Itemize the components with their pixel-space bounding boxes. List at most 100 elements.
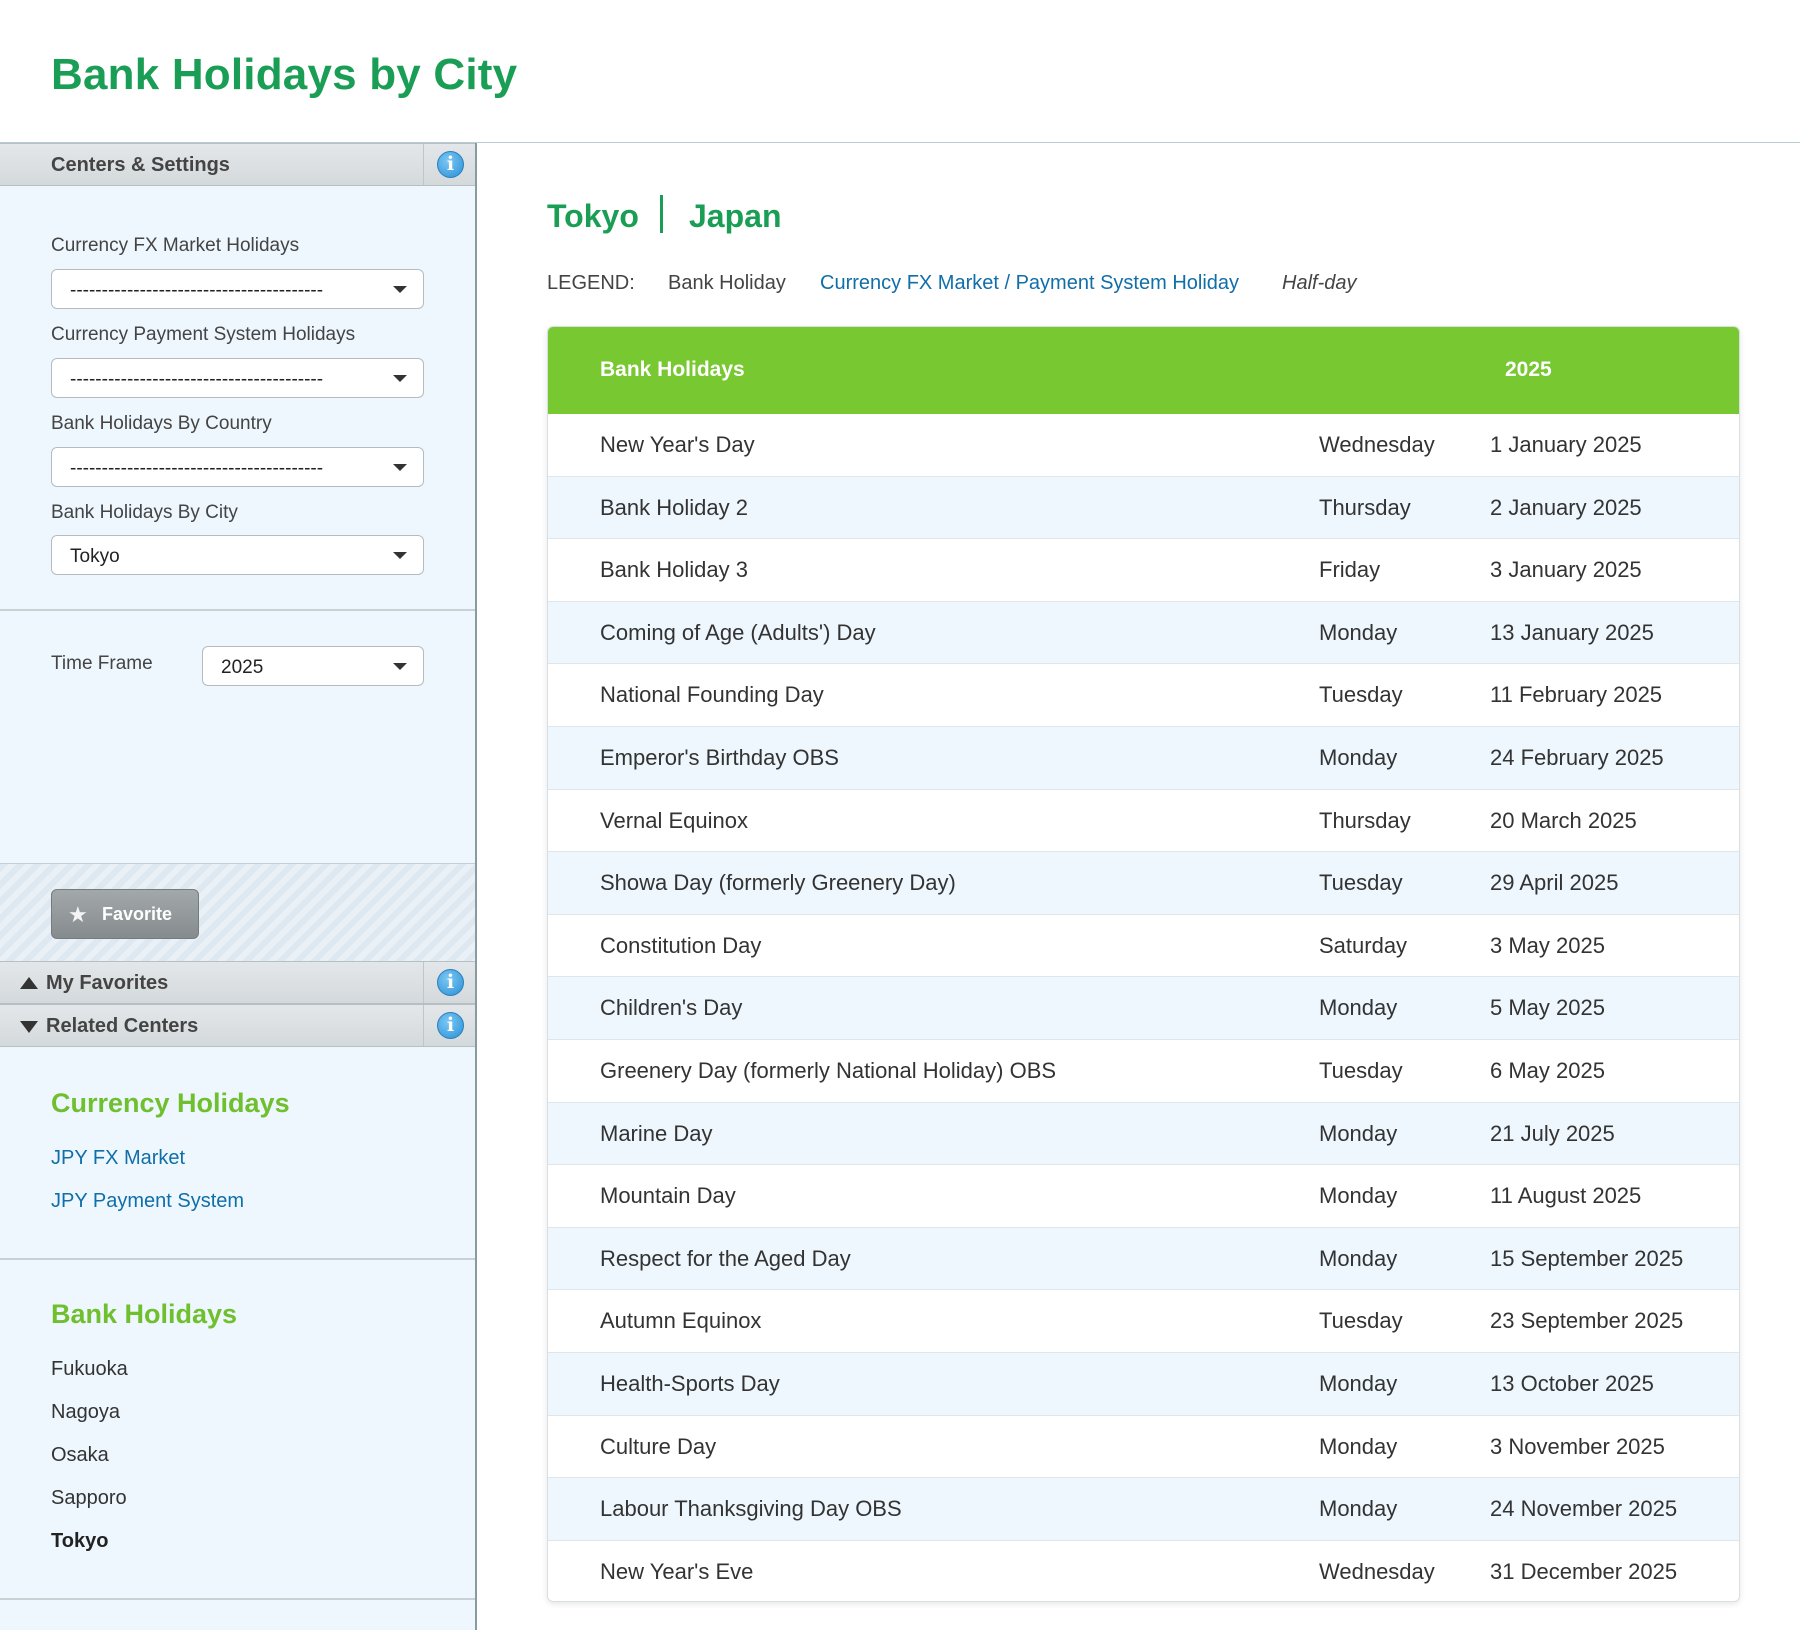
by-country-label: Bank Holidays By Country xyxy=(51,413,272,434)
expand-down-icon xyxy=(20,1021,38,1033)
holiday-name: Culture Day xyxy=(600,1433,717,1459)
holiday-name: Autumn Equinox xyxy=(600,1308,762,1334)
holiday-name: Marine Day xyxy=(600,1120,713,1146)
holiday-name: Children's Day xyxy=(600,995,743,1021)
currency-holidays-heading: Currency Holidays xyxy=(51,1088,290,1118)
centers-settings-title: Centers & Settings xyxy=(51,154,230,176)
centers-settings-bar: Centers & Settings i xyxy=(0,143,475,186)
holiday-weekday: Thursday xyxy=(1319,807,1411,833)
holiday-name: Constitution Day xyxy=(600,932,762,958)
holiday-name: National Founding Day xyxy=(600,682,824,708)
holiday-name: Bank Holiday 3 xyxy=(600,557,748,583)
location-separator xyxy=(660,195,663,233)
main-content: Tokyo Japan LEGEND: Bank Holiday Currenc… xyxy=(477,143,1800,1630)
info-icon[interactable]: i xyxy=(437,969,464,996)
jpy-fx-market-link[interactable]: JPY FX Market xyxy=(51,1147,185,1170)
table-row: Greenery Day (formerly National Holiday)… xyxy=(548,1040,1739,1103)
holiday-weekday: Friday xyxy=(1319,557,1381,583)
holiday-date: 13 October 2025 xyxy=(1490,1371,1654,1396)
by-country-select[interactable]: ---------------------------------------- xyxy=(51,447,424,487)
table-row: Coming of Age (Adults') Day Monday 13 Janu… xyxy=(548,601,1739,665)
payment-system-select[interactable]: ---------------------------------------- xyxy=(51,358,424,398)
info-icon[interactable]: i xyxy=(437,151,464,178)
holiday-date: 15 September 2025 xyxy=(1490,1245,1684,1271)
holiday-date: 3 January 2025 xyxy=(1490,557,1642,583)
holiday-date: 3 November 2025 xyxy=(1490,1433,1665,1459)
holiday-weekday: Saturday xyxy=(1319,932,1408,958)
my-favorites-bar[interactable]: My Favorites i xyxy=(0,961,475,1004)
holiday-weekday: Monday xyxy=(1319,995,1398,1021)
table-row: Autumn Equinox Tuesday 23 September 2025 xyxy=(548,1290,1739,1353)
related-centers-bar[interactable]: Related Centers i xyxy=(0,1004,475,1047)
holiday-date: 3 May 2025 xyxy=(1490,932,1605,958)
holiday-date: 29 April 2025 xyxy=(1490,870,1619,896)
table-row: Bank Holiday 3 Friday 3 January 2025 xyxy=(548,539,1739,602)
holiday-weekday: Tuesday xyxy=(1319,870,1403,896)
jpy-payment-system-link[interactable]: JPY Payment System xyxy=(51,1190,244,1213)
holiday-date: 2 January 2025 xyxy=(1490,494,1642,520)
payment-system-value: ---------------------------------------- xyxy=(70,369,324,390)
by-city-select[interactable]: Tokyo xyxy=(51,535,424,575)
star-icon: ★ xyxy=(68,902,88,927)
holiday-weekday: Monday xyxy=(1319,619,1398,645)
page-title: Bank Holidays by City xyxy=(51,50,518,99)
my-favorites-info[interactable]: i xyxy=(423,962,475,1003)
info-icon[interactable]: i xyxy=(437,1012,464,1039)
related-centers-title: Related Centers xyxy=(46,1015,199,1037)
bank-holidays-heading: Bank Holidays xyxy=(51,1299,238,1329)
holiday-weekday: Tuesday xyxy=(1319,1308,1403,1334)
city-link-sapporo[interactable]: Sapporo xyxy=(51,1487,127,1510)
holiday-date: 20 March 2025 xyxy=(1490,807,1637,833)
holiday-date: 24 February 2025 xyxy=(1490,745,1664,770)
table-row: Marine Day Monday 21 July 2025 xyxy=(548,1102,1739,1166)
country-name: Japan xyxy=(689,198,782,234)
by-city-value: Tokyo xyxy=(70,546,120,567)
divider xyxy=(0,1598,475,1600)
city-link-nagoya[interactable]: Nagoya xyxy=(51,1401,120,1424)
holiday-date: 23 September 2025 xyxy=(1490,1308,1684,1334)
city-link-tokyo-current: Tokyo xyxy=(51,1530,109,1552)
centers-settings-info[interactable]: i xyxy=(423,144,475,185)
collapse-up-icon xyxy=(20,977,38,989)
holiday-name: Mountain Day xyxy=(600,1183,736,1209)
table-row: Constitution Day Saturday 3 May 2025 xyxy=(548,915,1739,978)
holiday-weekday: Wednesday xyxy=(1319,432,1435,457)
city-name: Tokyo xyxy=(547,198,639,234)
holiday-name: Emperor's Birthday OBS xyxy=(600,745,839,770)
holiday-name: New Year's Day xyxy=(600,432,755,457)
table-row: Culture Day Monday 3 November 2025 xyxy=(548,1416,1739,1479)
by-city-label: Bank Holidays By City xyxy=(51,502,238,523)
holiday-date: 24 November 2025 xyxy=(1490,1496,1678,1522)
table-row: New Year's Day Wednesday 1 January 2025 xyxy=(548,414,1739,477)
fx-market-select[interactable]: ---------------------------------------- xyxy=(51,269,424,309)
city-link-osaka[interactable]: Osaka xyxy=(51,1444,109,1467)
fx-market-value: ---------------------------------------- xyxy=(70,280,324,301)
my-favorites-title: My Favorites xyxy=(46,972,169,994)
time-frame-label: Time Frame xyxy=(51,653,153,674)
table-row: National Founding Day Tuesday 11 February … xyxy=(548,664,1739,727)
holiday-name: Respect for the Aged Day xyxy=(600,1245,851,1271)
time-frame-select[interactable]: 2025 xyxy=(202,646,424,686)
favorite-button[interactable]: ★ Favorite xyxy=(51,889,199,939)
table-row: Mountain Day Monday 11 August 2025 xyxy=(548,1165,1739,1228)
table-row: New Year's Eve Wednesday 31 December 2025 xyxy=(548,1541,1739,1601)
fx-market-label: Currency FX Market Holidays xyxy=(51,235,300,256)
table-header: Bank Holidays 2025 xyxy=(548,327,1739,414)
holiday-weekday: Monday xyxy=(1319,1120,1398,1146)
related-centers-info[interactable]: i xyxy=(423,1005,475,1046)
legend-half-day: Half-day xyxy=(1282,272,1357,294)
table-row: Vernal Equinox Thursday 20 March 2025 xyxy=(548,790,1739,853)
holiday-name: Showa Day (formerly Greenery Day) xyxy=(600,870,956,896)
header-year: 2025 xyxy=(1505,358,1552,381)
divider xyxy=(0,609,475,611)
holiday-date: 1 January 2025 xyxy=(1490,432,1642,457)
city-link-fukuoka[interactable]: Fukuoka xyxy=(51,1358,128,1381)
holiday-weekday: Monday xyxy=(1319,1245,1398,1271)
table-row: Emperor's Birthday OBS Monday 24 February … xyxy=(548,727,1739,790)
favorite-band: ★ Favorite xyxy=(0,863,475,961)
divider xyxy=(0,1258,475,1260)
holiday-table: Bank Holidays 2025 New Year's Day Wednesd… xyxy=(547,326,1740,1602)
legend-label: LEGEND: xyxy=(547,272,635,294)
holiday-name: Greenery Day (formerly National Holiday)… xyxy=(600,1058,1057,1083)
holiday-name: New Year's Eve xyxy=(600,1558,754,1584)
